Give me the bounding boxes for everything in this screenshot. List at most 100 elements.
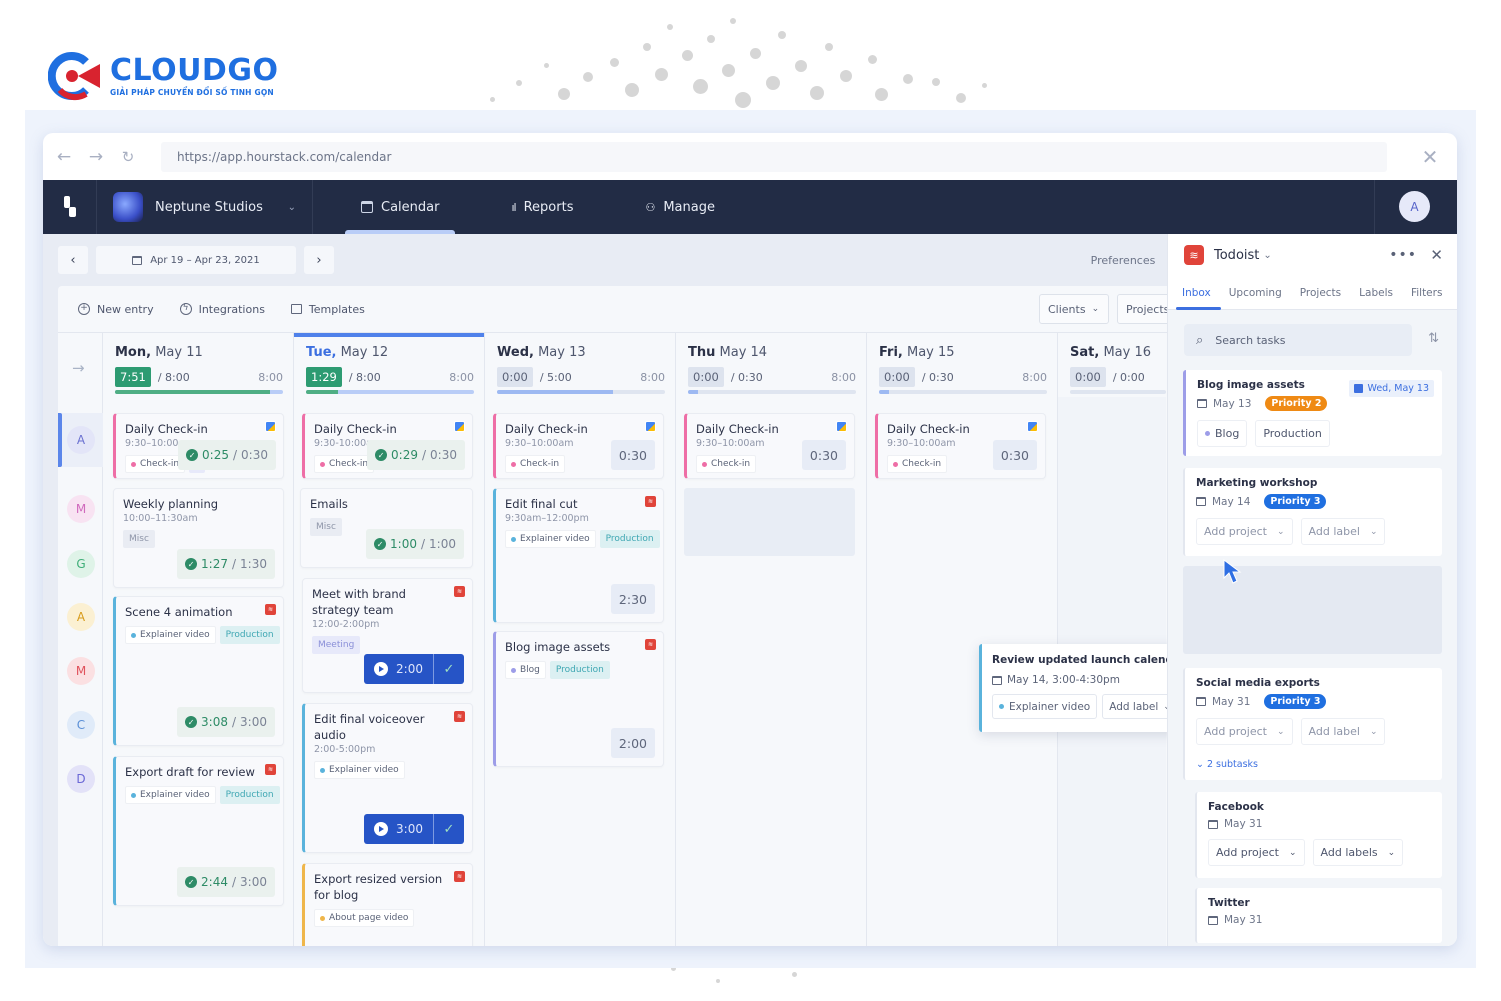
tab-labels[interactable]: Labels [1359, 276, 1393, 310]
capacity-hours: 8:00 [831, 370, 856, 384]
add-project-dropdown[interactable]: Add project ⌄ [1196, 718, 1293, 745]
team-member-avatar[interactable]: C [67, 711, 95, 739]
nav-tab-reports[interactable]: ıl Reports [495, 180, 589, 234]
tab-upcoming[interactable]: Upcoming [1229, 276, 1282, 310]
close-icon[interactable]: ✕ [1415, 145, 1445, 169]
add-label-dropdown[interactable]: Add label⌄ [1300, 518, 1386, 545]
team-member-avatar[interactable]: A [67, 426, 95, 454]
entry-card[interactable]: Export resized version for blog About pa… [302, 863, 473, 946]
team-member-avatar[interactable]: D [67, 765, 95, 793]
calendar-icon [1196, 697, 1206, 706]
close-panel-icon[interactable]: ✕ [1430, 246, 1443, 264]
day-header: Thu May 14 0:00 / 0:30 8:00 [676, 333, 866, 397]
duration-badge: 0:30 [992, 440, 1037, 470]
reload-icon[interactable]: ↻ [119, 148, 137, 166]
calendar-icon [1197, 399, 1207, 408]
user-avatar[interactable]: A [1399, 191, 1430, 222]
check-circle-icon: ✓ [185, 716, 198, 728]
sort-icon[interactable]: ⇅ [1428, 331, 1439, 346]
team-member-avatar[interactable]: G [67, 550, 95, 578]
more-options-icon[interactable]: ••• [1389, 247, 1417, 263]
add-labels-dropdown[interactable]: Add labels ⌄ [1312, 839, 1404, 866]
subtasks-toggle[interactable]: ⌄ 2 subtasks [1196, 759, 1431, 770]
decorative-dots [470, 10, 1030, 110]
entry-title: Blog image assets [505, 640, 611, 654]
entry-title: Emails [310, 497, 348, 511]
entry-card[interactable]: Export draft for review Explainer video P… [113, 756, 284, 906]
todoist-title[interactable]: Todoist [1214, 248, 1259, 263]
task-card[interactable]: Social media exports May 31 Priority 3 Ad… [1183, 668, 1442, 780]
task-card[interactable]: Blog image assets May 13 Priority 2 Blog P… [1183, 370, 1442, 456]
day-header: Mon, May 11 7:51 / 8:00 8:00 [103, 333, 293, 397]
day-progress-bar [688, 390, 856, 394]
prev-week-button[interactable]: ‹ [58, 246, 88, 274]
start-timer-button[interactable]: 3:00 [364, 814, 434, 844]
nav-tab-manage[interactable]: ⚇ Manage [629, 180, 731, 234]
entry-card[interactable]: Daily Check-in 9:30–10:00am Check-in 0:3… [493, 413, 664, 479]
tab-filters[interactable]: Filters [1411, 276, 1442, 310]
entry-card[interactable]: Daily Check-in 9:30–10:00am Check-in 0:3… [684, 413, 855, 479]
task-date: May 31 [1224, 818, 1263, 830]
entry-card[interactable]: Daily Check-in 9:30-10:00am Check-in ✓ 0:… [302, 413, 473, 479]
start-timer-button[interactable]: 2:00 [364, 654, 434, 684]
forward-arrow-icon[interactable]: → [87, 147, 105, 167]
entry-card[interactable]: Emails Misc ✓ 1:00/1:00 [300, 488, 473, 568]
workspace-switcher[interactable]: Neptune Studios ⌄ [97, 180, 313, 234]
templates-button[interactable]: Templates [290, 303, 365, 316]
entry-card[interactable]: Scene 4 animation Explainer video Product… [113, 596, 284, 746]
day-progress-fill [688, 390, 699, 394]
integrations-button[interactable]: ϟ Integrations [179, 303, 265, 316]
project-tag: Explainer video [505, 530, 596, 548]
task-date: May 14, 3:00-4:30pm [1007, 674, 1120, 686]
preferences-button[interactable]: Preferences [1079, 243, 1167, 277]
entry-card[interactable]: Blog image assets Blog Production ≋ 2:00 [493, 631, 664, 767]
day-name: Wed, [497, 345, 534, 360]
entry-card[interactable]: Daily Check-in 9:30–10:00am Check-inM ✓0… [113, 413, 284, 479]
next-week-button[interactable]: › [304, 246, 334, 274]
nav-tab-label: Manage [663, 199, 715, 215]
subtask-card[interactable]: Facebook May 31 Add project ⌄ Add labels ⌄ [1195, 792, 1442, 878]
entry-card[interactable]: Weekly planning 10:00–11:30am Misc ✓ 1:27… [113, 488, 284, 588]
label-tag[interactable]: Production [1255, 420, 1330, 447]
priority-badge: Priority 3 [1264, 694, 1327, 709]
team-member-avatar[interactable]: M [67, 657, 95, 685]
add-project-dropdown[interactable]: Add project ⌄ [1196, 518, 1293, 545]
team-member-avatar[interactable]: A [67, 603, 95, 631]
search-tasks-input[interactable]: ⌕ Search tasks [1184, 324, 1412, 356]
project-selector[interactable]: Explainer video [992, 694, 1098, 719]
subtask-card[interactable]: Twitter May 31 [1195, 888, 1442, 943]
chevron-down-icon: ⌄ [1369, 726, 1378, 737]
nav-tab-calendar[interactable]: Calendar [345, 180, 456, 234]
complete-button[interactable]: ✓ [434, 814, 464, 844]
date-range-picker[interactable]: Apr 19 – Apr 23, 2021 [96, 246, 296, 274]
nav-tab-label: Reports [523, 199, 574, 215]
complete-button[interactable]: ✓ [434, 654, 464, 684]
add-project-dropdown[interactable]: Add project ⌄ [1208, 839, 1305, 866]
team-member-avatar[interactable]: M [67, 495, 95, 523]
expand-arrow-icon[interactable]: → [72, 359, 85, 377]
new-entry-button[interactable]: + New entry [78, 303, 154, 316]
day-name: Mon, [115, 345, 152, 360]
chevron-down-icon: ⌄ [1276, 526, 1285, 537]
week-grid: → AMGAMCD Mon, May 11 7:51/ 8:00 8:00 Dai… [58, 333, 1167, 946]
todoist-icon: ≋ [645, 496, 656, 507]
chevron-down-icon[interactable]: ⌄ [1263, 250, 1271, 261]
add-label-dropdown[interactable]: Add label⌄ [1300, 718, 1386, 745]
back-arrow-icon[interactable]: ← [55, 147, 73, 167]
hourstack-logo[interactable] [43, 180, 97, 234]
tab-projects[interactable]: Projects [1300, 276, 1341, 310]
entry-card[interactable]: Daily Check-in 9:30–10:00am Check-in 0:3… [875, 413, 1046, 479]
entry-title: Edit final voiceover audio [314, 712, 425, 742]
clients-filter[interactable]: Clients ⌄ [1039, 294, 1109, 324]
entry-card[interactable]: Meet with brand strategy team 12:00-2:00… [302, 578, 473, 693]
calendar-toolbar: + New entry ϟ Integrations Templates Clien… [58, 286, 1177, 333]
project-tag[interactable]: Blog [1197, 420, 1248, 447]
tab-inbox[interactable]: Inbox [1176, 276, 1221, 310]
url-bar[interactable]: https://app.hourstack.com/calendar [161, 141, 1387, 172]
duration-badge: 2:00 [610, 728, 655, 758]
day-date: May 16 [1103, 345, 1151, 360]
entry-card[interactable]: Edit final cut 9:30am–12:00pm Explainer … [493, 488, 664, 623]
label-tag: Misc [310, 518, 342, 536]
task-card[interactable]: Marketing workshop May 14 Priority 3 Add … [1183, 468, 1442, 556]
entry-card[interactable]: Edit final voiceover audio 2:00-5:00pm E… [302, 703, 473, 853]
